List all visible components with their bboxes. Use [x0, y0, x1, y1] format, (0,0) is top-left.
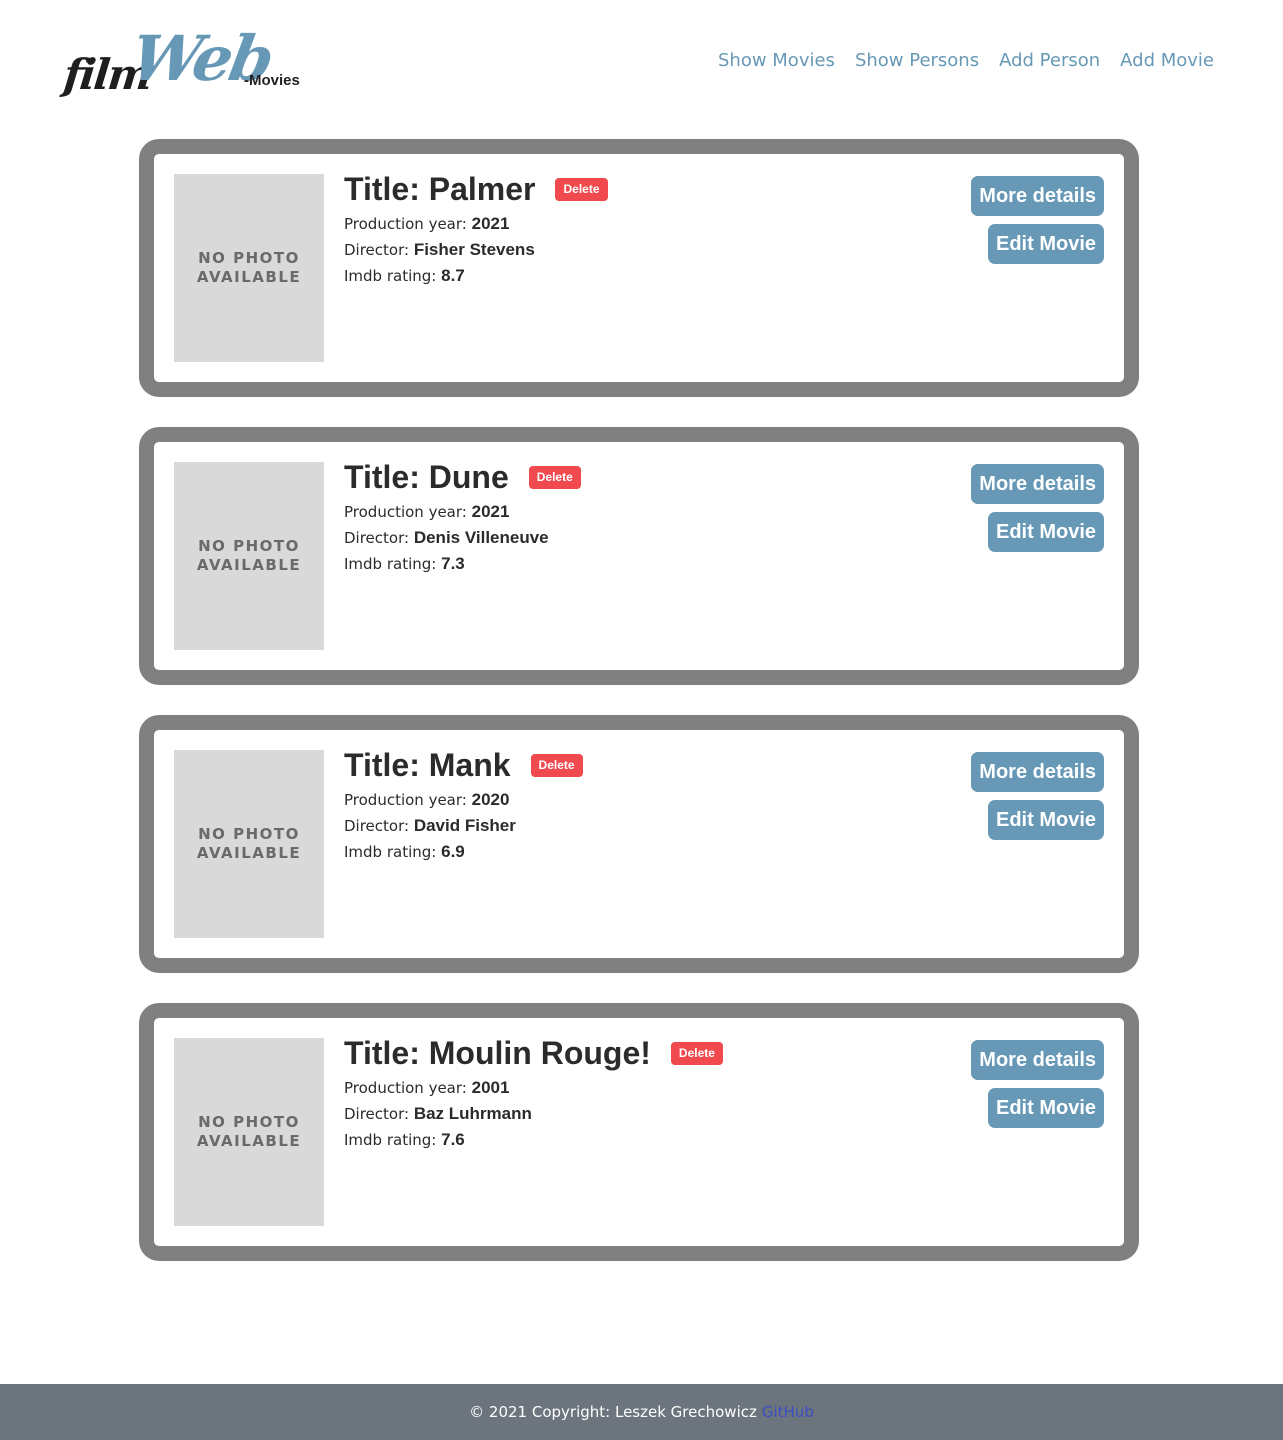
logo-suffix: -Movies	[244, 72, 300, 89]
poster-text-line1: NO PHOTO	[198, 825, 300, 843]
director-label: Director:	[344, 817, 414, 835]
page-footer: © 2021 Copyright: Leszek Grechowicz GitH…	[0, 1384, 1283, 1440]
director-label: Director:	[344, 241, 414, 259]
imdb-rating-value: 6.9	[441, 842, 465, 861]
production-year-value: 2020	[471, 790, 510, 809]
copyright-text: © 2021 Copyright: Leszek Grechowicz	[469, 1403, 757, 1421]
movie-info: Title: Moulin Rouge! Delete Production y…	[344, 1034, 723, 1153]
director: Director: Denis Villeneuve	[344, 525, 581, 551]
production-year-label: Production year:	[344, 1079, 472, 1097]
movie-list: NO PHOTO AVAILABLE Title: Palmer Delete …	[139, 139, 1139, 1291]
delete-button[interactable]: Delete	[530, 753, 583, 777]
director: Director: Fisher Stevens	[344, 237, 608, 263]
delete-button[interactable]: Delete	[528, 465, 581, 489]
more-details-button[interactable]: More details	[971, 1040, 1104, 1080]
no-photo-placeholder: NO PHOTO AVAILABLE	[174, 174, 324, 362]
no-photo-placeholder: NO PHOTO AVAILABLE	[174, 750, 324, 938]
movie-actions: More details Edit Movie	[971, 464, 1104, 552]
filmweb-logo[interactable]: film Web -Movies	[61, 22, 312, 102]
production-year-value: 2021	[471, 502, 510, 521]
poster-text-line1: NO PHOTO	[198, 1113, 300, 1131]
production-year-value: 2001	[471, 1078, 510, 1097]
edit-movie-button[interactable]: Edit Movie	[987, 1088, 1104, 1128]
director-value: Baz Luhrmann	[413, 1104, 532, 1123]
director: Director: Baz Luhrmann	[344, 1101, 723, 1127]
imdb-rating: Imdb rating: 7.6	[344, 1127, 723, 1153]
title-row: Title: Moulin Rouge! Delete	[344, 1034, 723, 1072]
no-photo-placeholder: NO PHOTO AVAILABLE	[174, 1038, 324, 1226]
poster-text-line1: NO PHOTO	[198, 537, 300, 555]
poster-text-line2: AVAILABLE	[196, 1132, 302, 1150]
production-year: Production year: 2021	[344, 499, 581, 525]
imdb-rating-value: 8.7	[441, 266, 465, 285]
movie-title: Title: Palmer	[344, 171, 536, 207]
delete-button[interactable]: Delete	[670, 1041, 723, 1065]
movie-card: NO PHOTO AVAILABLE Title: Mank Delete Pr…	[139, 715, 1139, 973]
production-year-value: 2021	[471, 214, 510, 233]
imdb-rating-label: Imdb rating:	[344, 555, 442, 573]
imdb-rating-value: 7.6	[441, 1130, 465, 1149]
edit-movie-button[interactable]: Edit Movie	[987, 800, 1104, 840]
title-row: Title: Mank Delete	[344, 746, 583, 784]
title-row: Title: Palmer Delete	[344, 170, 608, 208]
director-value: Denis Villeneuve	[413, 528, 549, 547]
movie-info: Title: Mank Delete Production year: 2020…	[344, 746, 583, 865]
imdb-rating-label: Imdb rating:	[344, 267, 442, 285]
movie-info: Title: Dune Delete Production year: 2021…	[344, 458, 581, 577]
imdb-rating-label: Imdb rating:	[344, 843, 442, 861]
more-details-button[interactable]: More details	[971, 752, 1104, 792]
nav-show-movies[interactable]: Show Movies	[718, 50, 835, 71]
movie-card: NO PHOTO AVAILABLE Title: Moulin Rouge! …	[139, 1003, 1139, 1261]
nav-add-person[interactable]: Add Person	[999, 50, 1100, 71]
main-nav: Show Movies Show Persons Add Person Add …	[718, 50, 1214, 71]
poster-text-line2: AVAILABLE	[196, 844, 302, 862]
production-year-label: Production year:	[344, 791, 472, 809]
more-details-button[interactable]: More details	[971, 464, 1104, 504]
imdb-rating-label: Imdb rating:	[344, 1131, 442, 1149]
poster-text-line2: AVAILABLE	[196, 556, 302, 574]
movie-title: Title: Mank	[344, 747, 511, 783]
imdb-rating: Imdb rating: 6.9	[344, 839, 583, 865]
director-label: Director:	[344, 1105, 414, 1123]
production-year: Production year: 2021	[344, 211, 608, 237]
more-details-button[interactable]: More details	[971, 176, 1104, 216]
poster-text-line2: AVAILABLE	[196, 268, 302, 286]
imdb-rating: Imdb rating: 7.3	[344, 551, 581, 577]
production-year: Production year: 2020	[344, 787, 583, 813]
page-header: film Web -Movies Show Movies Show Person…	[0, 0, 1283, 120]
title-row: Title: Dune Delete	[344, 458, 581, 496]
nav-show-persons[interactable]: Show Persons	[855, 50, 979, 71]
movie-actions: More details Edit Movie	[971, 1040, 1104, 1128]
production-year-label: Production year:	[344, 503, 472, 521]
movie-card: NO PHOTO AVAILABLE Title: Palmer Delete …	[139, 139, 1139, 397]
movie-title: Title: Dune	[344, 459, 509, 495]
delete-button[interactable]: Delete	[555, 177, 608, 201]
movie-card: NO PHOTO AVAILABLE Title: Dune Delete Pr…	[139, 427, 1139, 685]
movie-info: Title: Palmer Delete Production year: 20…	[344, 170, 608, 289]
edit-movie-button[interactable]: Edit Movie	[987, 512, 1104, 552]
no-photo-placeholder: NO PHOTO AVAILABLE	[174, 462, 324, 650]
production-year: Production year: 2001	[344, 1075, 723, 1101]
poster-text-line1: NO PHOTO	[198, 249, 300, 267]
director-label: Director:	[344, 529, 414, 547]
director: Director: David Fisher	[344, 813, 583, 839]
edit-movie-button[interactable]: Edit Movie	[987, 224, 1104, 264]
movie-actions: More details Edit Movie	[971, 752, 1104, 840]
nav-add-movie[interactable]: Add Movie	[1120, 50, 1214, 71]
imdb-rating-value: 7.3	[441, 554, 465, 573]
production-year-label: Production year:	[344, 215, 472, 233]
github-link[interactable]: GitHub	[762, 1403, 814, 1421]
director-value: David Fisher	[413, 816, 516, 835]
imdb-rating: Imdb rating: 8.7	[344, 263, 608, 289]
movie-actions: More details Edit Movie	[971, 176, 1104, 264]
movie-title: Title: Moulin Rouge!	[344, 1035, 651, 1071]
director-value: Fisher Stevens	[413, 240, 535, 259]
